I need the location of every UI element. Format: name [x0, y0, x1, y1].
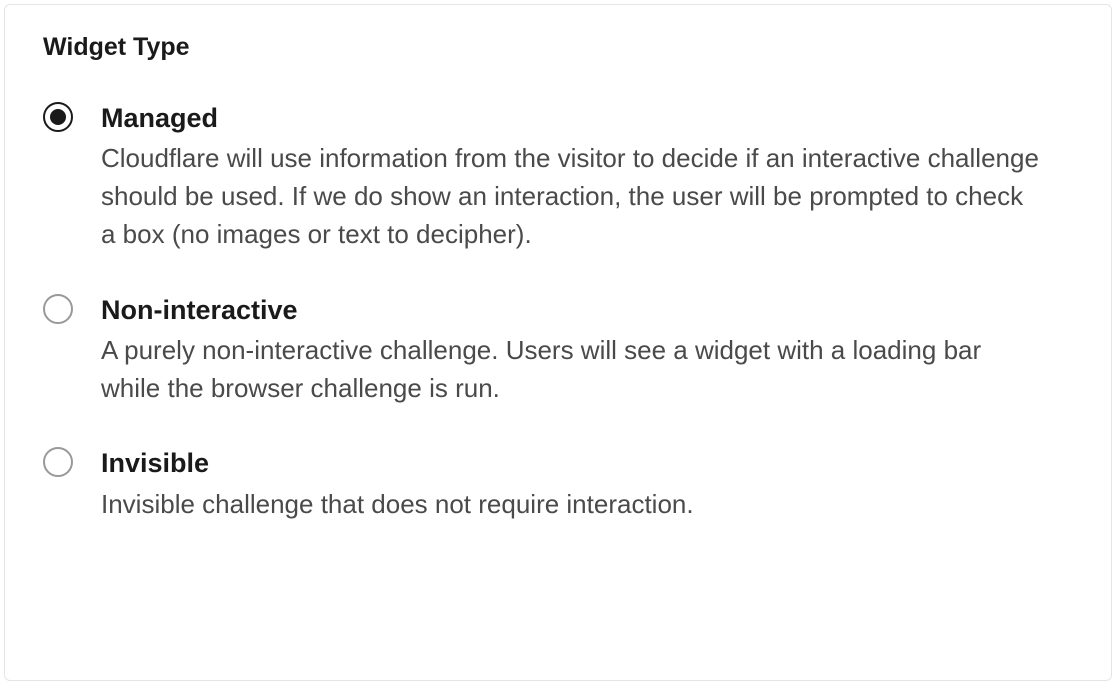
radio-managed[interactable] [43, 102, 73, 132]
option-text-managed: Managed Cloudflare will use information … [101, 100, 1073, 254]
option-text-invisible: Invisible Invisible challenge that does … [101, 445, 1073, 523]
option-invisible: Invisible Invisible challenge that does … [43, 445, 1073, 523]
section-title: Widget Type [43, 33, 1073, 62]
radio-wrap-invisible [43, 447, 73, 477]
radio-wrap-non-interactive [43, 294, 73, 324]
radio-non-interactive[interactable] [43, 294, 73, 324]
option-label-invisible: Invisible [101, 445, 1073, 481]
radio-wrap-managed [43, 102, 73, 132]
radio-dot-icon [50, 109, 66, 125]
option-non-interactive: Non-interactive A purely non-interactive… [43, 292, 1073, 408]
option-managed: Managed Cloudflare will use information … [43, 100, 1073, 254]
option-description-invisible: Invisible challenge that does not requir… [101, 486, 1041, 524]
widget-type-panel: Widget Type Managed Cloudflare will use … [4, 4, 1112, 681]
radio-invisible[interactable] [43, 447, 73, 477]
option-label-non-interactive: Non-interactive [101, 292, 1073, 328]
option-description-non-interactive: A purely non-interactive challenge. User… [101, 332, 1041, 407]
option-label-managed: Managed [101, 100, 1073, 136]
option-text-non-interactive: Non-interactive A purely non-interactive… [101, 292, 1073, 408]
option-description-managed: Cloudflare will use information from the… [101, 140, 1041, 253]
